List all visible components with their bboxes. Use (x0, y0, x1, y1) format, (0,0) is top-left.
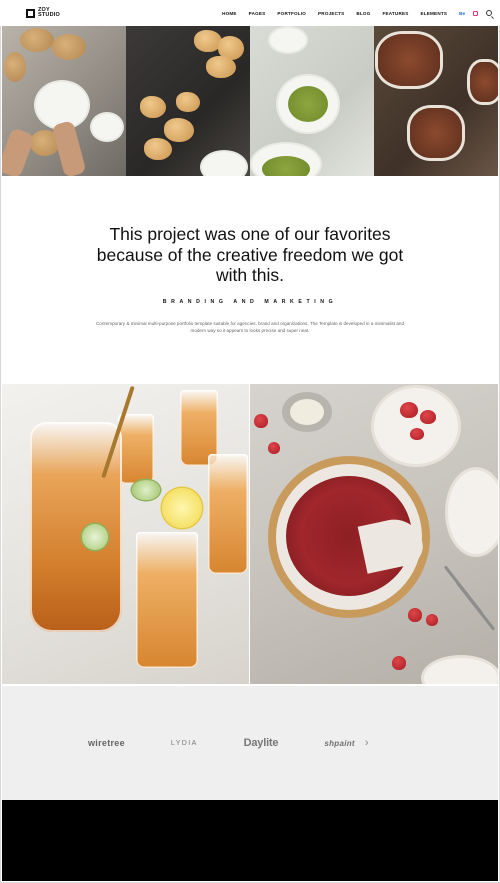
site-footer (2, 800, 498, 881)
logo-line2: STUDIO (38, 12, 60, 18)
quote-title-text: This project was one of our favorites be… (96, 224, 404, 285)
cookie (4, 52, 26, 82)
dumpling (140, 96, 166, 118)
strawberry (426, 614, 438, 626)
site-logo[interactable]: ZOY STUDIO (26, 7, 60, 18)
glass (118, 414, 154, 484)
side-plate (424, 658, 498, 684)
dumpling (164, 118, 194, 142)
glass (208, 454, 248, 574)
quote-title: This project was one of our favorites be… (0, 224, 500, 286)
gallery-image-cookies[interactable] (2, 26, 126, 176)
logo-mark-icon (26, 8, 35, 18)
stew-dish (470, 62, 498, 102)
behance-icon[interactable]: Be (459, 11, 465, 16)
nav-features[interactable]: FEATURES (382, 11, 408, 16)
gallery-strip (2, 26, 498, 176)
cucumber-slice (82, 524, 108, 550)
nav-pages[interactable]: PAGES (249, 11, 266, 16)
dumpling (206, 56, 236, 78)
soup (262, 156, 310, 176)
nav-elements[interactable]: ELEMENTS (421, 11, 448, 16)
bowl (202, 152, 246, 176)
hand (2, 127, 36, 176)
strawberry (408, 608, 422, 622)
bowl (36, 82, 88, 128)
side-plate (448, 470, 498, 554)
logo-text: ZOY STUDIO (38, 7, 60, 18)
clients-carousel: wiretree LYDIA Daylite shpaint › (2, 686, 498, 800)
chevron-right-icon[interactable]: › (365, 737, 369, 749)
soup (288, 86, 328, 122)
strawberry (410, 428, 424, 440)
client-logo-shpaint[interactable]: shpaint (324, 739, 355, 748)
project-description: Contemporary & minimal multi-purpose por… (95, 321, 405, 333)
bowl (270, 28, 306, 52)
nav-portfolio[interactable]: PORTFOLIO (277, 11, 306, 16)
lemon-slice (162, 488, 202, 528)
hand (51, 120, 87, 176)
cucumber-slice (132, 480, 160, 500)
instagram-icon[interactable] (473, 10, 478, 16)
gallery-image-soup[interactable] (250, 26, 374, 176)
side-plate (374, 388, 458, 464)
strawberry (254, 414, 268, 428)
strawberry (400, 402, 418, 418)
gallery-image-dumplings[interactable] (126, 26, 250, 176)
image-strawberry-tart[interactable] (250, 384, 498, 684)
nav-projects[interactable]: PROJECTS (318, 11, 344, 16)
nav-icons: Be (459, 10, 492, 16)
stew-dish (410, 108, 462, 158)
dip-bowl (282, 392, 332, 432)
strawberry (268, 442, 280, 454)
glass (136, 532, 198, 668)
strawberry (420, 410, 436, 424)
cookie (52, 34, 86, 60)
main-nav: HOME PAGES PORTFOLIO PROJECTS BLOG FEATU… (210, 10, 492, 16)
strawberry (392, 656, 406, 670)
cookie (20, 28, 54, 52)
image-iced-tea[interactable] (2, 384, 249, 684)
gallery-image-stew[interactable] (374, 26, 498, 176)
project-category: BRANDING AND MARKETING (162, 299, 338, 305)
project-quote: This project was one of our favorites be… (0, 224, 500, 286)
client-logo-lydia[interactable]: LYDIA (171, 740, 198, 747)
fork (455, 581, 496, 631)
bowl (92, 114, 122, 140)
dumpling (176, 92, 200, 112)
nav-blog[interactable]: BLOG (356, 11, 370, 16)
nav-home[interactable]: HOME (222, 11, 237, 16)
client-logo-daylite[interactable]: Daylite (244, 737, 279, 749)
search-icon[interactable] (486, 10, 492, 16)
stew-dish (378, 34, 440, 86)
dumpling (144, 138, 172, 160)
client-logo-wiretree[interactable]: wiretree (88, 738, 125, 748)
site-header: ZOY STUDIO HOME PAGES PORTFOLIO PROJECTS… (0, 0, 500, 26)
